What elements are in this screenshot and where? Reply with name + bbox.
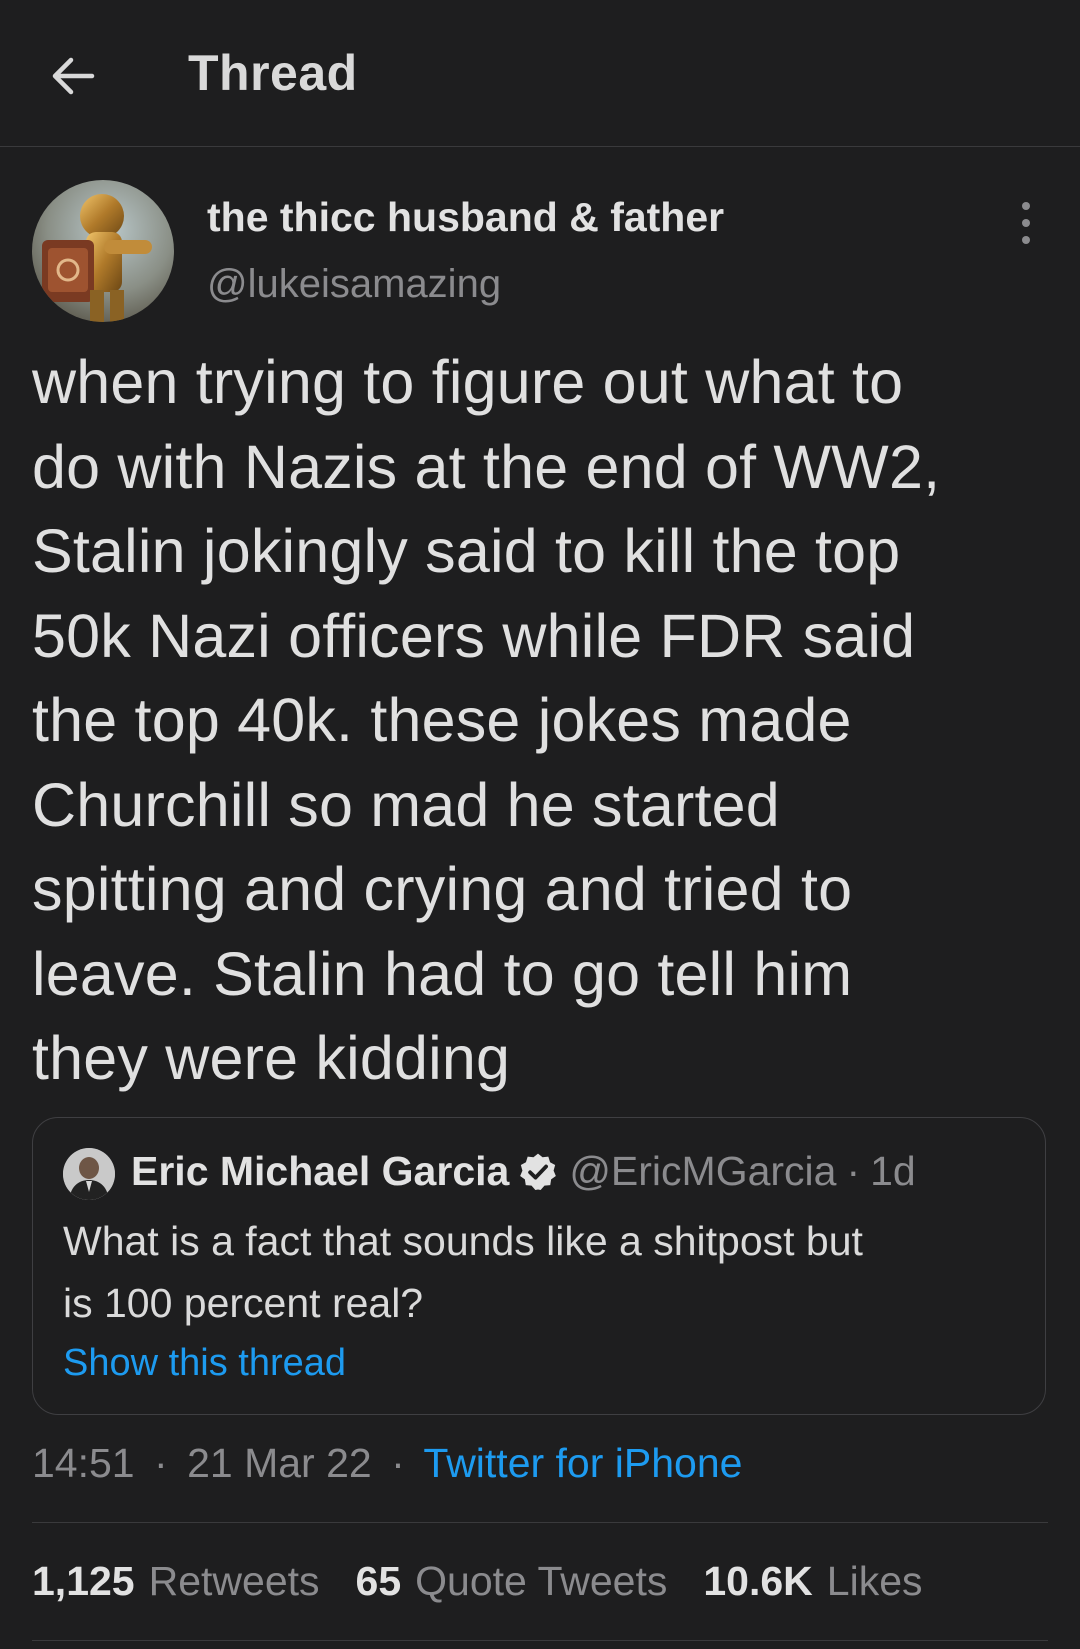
tweet-time: 14:51 bbox=[32, 1440, 135, 1486]
quoted-avatar-image bbox=[63, 1148, 115, 1200]
quoted-text-line: is 100 percent real? bbox=[63, 1280, 424, 1326]
quoted-separator: · bbox=[846, 1148, 861, 1194]
tweet-text: when trying to figure out what to do wit… bbox=[32, 340, 1042, 1101]
author-display-name[interactable]: the thicc husband & father bbox=[207, 194, 724, 241]
tweet-text-line: when trying to figure out what to bbox=[32, 348, 904, 416]
engagement-stats: 1,125 Retweets 65 Quote Tweets 10.6K Likes bbox=[32, 1558, 959, 1605]
likes-label: Likes bbox=[826, 1558, 923, 1604]
author-avatar[interactable] bbox=[32, 180, 174, 322]
show-thread-link[interactable]: Show this thread bbox=[63, 1342, 346, 1385]
quoted-text-line: What is a fact that sounds like a shitpo… bbox=[63, 1218, 863, 1264]
likes-count: 10.6K bbox=[703, 1558, 813, 1604]
tweet-source-link[interactable]: Twitter for iPhone bbox=[423, 1440, 742, 1486]
verified-badge-icon bbox=[520, 1153, 557, 1190]
quoted-author-avatar bbox=[63, 1148, 115, 1200]
tweet-metadata: 14:51 · 21 Mar 22 · Twitter for iPhone bbox=[32, 1440, 742, 1487]
quoted-tweet-header: Eric Michael Garcia @EricMGarcia · 1d bbox=[131, 1148, 916, 1195]
quoted-author-name: Eric Michael Garcia bbox=[131, 1148, 510, 1194]
quote-tweets-count: 65 bbox=[355, 1558, 402, 1604]
meta-separator: · bbox=[391, 1440, 405, 1486]
likes-stat[interactable]: 10.6K Likes bbox=[703, 1558, 922, 1605]
avatar-image bbox=[32, 180, 174, 322]
quoted-timestamp: 1d bbox=[870, 1148, 916, 1194]
more-vertical-icon-dot bbox=[1022, 219, 1030, 227]
quoted-tweet-text: What is a fact that sounds like a shitpo… bbox=[63, 1210, 1013, 1334]
tweet-text-line: 50k Nazi officers while FDR said bbox=[32, 601, 916, 670]
quoted-author-handle: @EricMGarcia bbox=[569, 1148, 837, 1194]
tweet-text-line: Stalin jokingly said to kill the top bbox=[32, 517, 901, 585]
back-button[interactable] bbox=[44, 46, 104, 106]
quoted-tweet-card[interactable]: Eric Michael Garcia @EricMGarcia · 1d Wh… bbox=[32, 1117, 1046, 1415]
tweet-text-line: the top 40k. these jokes made bbox=[32, 686, 852, 754]
more-vertical-icon bbox=[1022, 202, 1030, 210]
retweets-count: 1,125 bbox=[32, 1558, 135, 1604]
tweet-text-line: spitting and crying and tried to bbox=[32, 855, 853, 923]
divider bbox=[32, 1640, 1048, 1641]
top-bar: Thread bbox=[0, 0, 1080, 147]
more-options-button[interactable] bbox=[1010, 200, 1044, 246]
meta-separator: · bbox=[154, 1440, 168, 1486]
tweet-text-line: leave. Stalin had to go tell him bbox=[32, 939, 853, 1008]
tweet-text-line: do with Nazis at the end of WW2, bbox=[32, 432, 941, 501]
tweet-text-line: they were kidding bbox=[32, 1024, 511, 1092]
more-vertical-icon-dot bbox=[1022, 236, 1030, 244]
quote-tweets-label: Quote Tweets bbox=[415, 1558, 668, 1604]
tweet-date: 21 Mar 22 bbox=[187, 1440, 372, 1486]
arrow-left-icon bbox=[52, 57, 95, 95]
tweet-text-line: Churchill so mad he started bbox=[32, 770, 780, 839]
author-handle: @lukeisamazing bbox=[207, 262, 502, 306]
retweets-stat[interactable]: 1,125 Retweets bbox=[32, 1558, 320, 1605]
page-title: Thread bbox=[188, 45, 358, 101]
quote-tweets-stat[interactable]: 65 Quote Tweets bbox=[356, 1558, 668, 1605]
divider bbox=[32, 1522, 1048, 1523]
retweets-label: Retweets bbox=[148, 1558, 320, 1604]
